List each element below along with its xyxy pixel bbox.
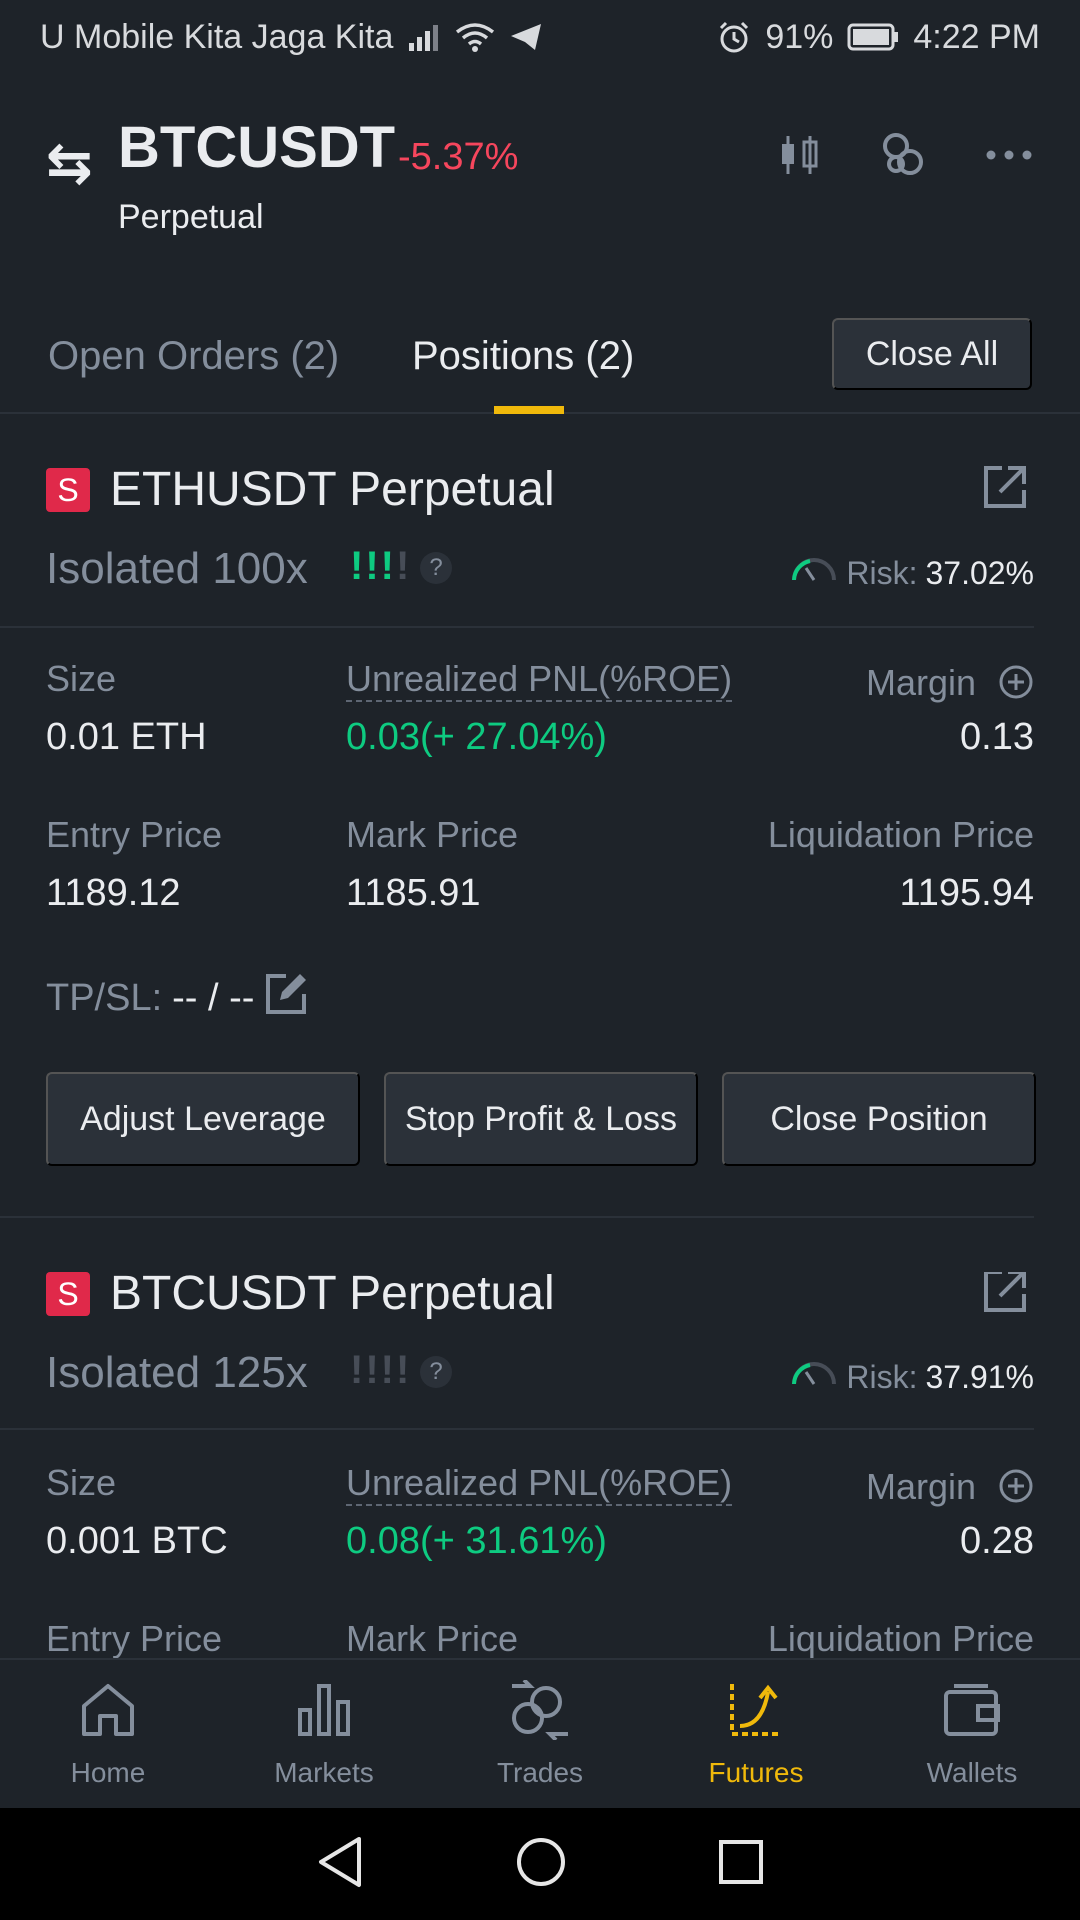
home-icon bbox=[78, 1680, 138, 1747]
tab-open-orders[interactable]: Open Orders (2) bbox=[48, 334, 339, 379]
risk-indicator: Risk: 37.02% bbox=[790, 554, 1034, 592]
pnl-value: 0.03(+ 27.04%) bbox=[346, 716, 607, 758]
tab-positions[interactable]: Positions (2) bbox=[412, 334, 634, 379]
symbol-title[interactable]: BTCUSDT bbox=[118, 114, 395, 181]
tpsl-label: TP/SL: bbox=[46, 976, 163, 1019]
swap-icon[interactable]: ⇆ bbox=[46, 130, 93, 196]
candlestick-chart-icon[interactable] bbox=[776, 132, 822, 183]
risk-label: Risk: bbox=[846, 554, 918, 591]
more-icon[interactable] bbox=[984, 148, 1034, 167]
status-bar: U Mobile Kita Jaga Kita 91% 4:22 PM bbox=[0, 0, 1080, 74]
close-position-button[interactable]: Close Position bbox=[722, 1072, 1036, 1166]
add-margin-icon[interactable] bbox=[998, 664, 1034, 705]
link-rings-icon[interactable] bbox=[878, 130, 928, 185]
position-card: S BTCUSDT Perpetual Isolated 125x !!!! ?… bbox=[0, 1272, 1080, 1658]
risk-value: 37.02% bbox=[925, 554, 1034, 591]
margin-mode: Isolated 100x bbox=[46, 544, 308, 593]
back-icon[interactable] bbox=[315, 1835, 365, 1894]
signal-icon bbox=[407, 23, 441, 51]
orders-tabs: Open Orders (2) Positions (2) Close All bbox=[0, 316, 1080, 414]
adjust-leverage-button[interactable]: Adjust Leverage bbox=[46, 1072, 360, 1166]
futures-icon bbox=[726, 1680, 786, 1747]
size-value: 0.01 ETH bbox=[46, 716, 207, 758]
position-pair[interactable]: ETHUSDT Perpetual bbox=[110, 462, 555, 517]
liquidation-price-label: Liquidation Price bbox=[767, 1618, 1034, 1658]
tpsl-value: -- / -- bbox=[172, 976, 255, 1019]
position-pair[interactable]: BTCUSDT Perpetual bbox=[110, 1272, 555, 1321]
risk-indicator: Risk: 37.91% bbox=[790, 1358, 1034, 1396]
margin-value: 0.28 bbox=[960, 1520, 1034, 1562]
help-icon[interactable]: ? bbox=[420, 1356, 452, 1388]
recents-icon[interactable] bbox=[717, 1838, 765, 1891]
share-icon[interactable] bbox=[982, 1272, 1028, 1319]
wallet-icon bbox=[942, 1680, 1002, 1747]
pnl-label[interactable]: Unrealized PNL(%ROE) bbox=[346, 1462, 733, 1506]
nav-futures-label: Futures bbox=[708, 1756, 804, 1788]
contract-type: Perpetual bbox=[118, 198, 264, 236]
margin-label: Margin bbox=[865, 662, 976, 703]
nav-markets-label: Markets bbox=[274, 1756, 374, 1788]
carrier-label: U Mobile Kita Jaga Kita bbox=[40, 17, 394, 56]
margin-label: Margin bbox=[865, 1466, 976, 1507]
risk-label: Risk: bbox=[846, 1358, 918, 1395]
nav-home[interactable]: Home bbox=[0, 1660, 216, 1808]
bottom-nav: Home Markets Trades Futures Wallets bbox=[0, 1658, 1080, 1808]
size-label: Size bbox=[46, 658, 117, 699]
home-circle-icon[interactable] bbox=[515, 1836, 567, 1893]
pnl-label[interactable]: Unrealized PNL(%ROE) bbox=[346, 658, 733, 702]
nav-home-label: Home bbox=[70, 1756, 146, 1788]
risk-gauge-icon bbox=[790, 554, 838, 592]
position-card: S ETHUSDT Perpetual Isolated 100x !!!! ?… bbox=[0, 463, 1080, 1218]
short-badge: S bbox=[46, 1272, 90, 1316]
pnl-value: 0.08(+ 31.61%) bbox=[346, 1520, 607, 1562]
liquidation-price-label: Liquidation Price bbox=[767, 814, 1034, 855]
bar-chart-icon bbox=[294, 1680, 354, 1747]
telegram-icon bbox=[509, 22, 543, 52]
mark-price-label: Mark Price bbox=[346, 1618, 519, 1658]
entry-price-label: Entry Price bbox=[46, 814, 223, 855]
mark-price-label: Mark Price bbox=[346, 814, 519, 855]
nav-wallets[interactable]: Wallets bbox=[864, 1660, 1080, 1808]
battery-icon bbox=[847, 23, 899, 51]
active-tab-indicator bbox=[494, 406, 564, 414]
nav-markets[interactable]: Markets bbox=[216, 1660, 432, 1808]
short-badge: S bbox=[46, 468, 90, 512]
nav-trades[interactable]: Trades bbox=[432, 1660, 648, 1808]
adl-indicator: !!!! bbox=[350, 1348, 412, 1392]
liquidation-price-value: 1195.94 bbox=[899, 872, 1034, 914]
nav-trades-label: Trades bbox=[496, 1756, 584, 1788]
alarm-icon bbox=[717, 20, 751, 54]
margin-mode: Isolated 125x bbox=[46, 1348, 308, 1397]
nav-wallets-label: Wallets bbox=[926, 1756, 1018, 1788]
close-all-button[interactable]: Close All bbox=[832, 318, 1032, 390]
edit-icon[interactable] bbox=[264, 970, 310, 1026]
risk-gauge-icon bbox=[790, 1358, 838, 1396]
risk-value: 37.91% bbox=[925, 1358, 1034, 1395]
entry-price-value: 1189.12 bbox=[46, 872, 181, 914]
price-change: -5.37% bbox=[398, 136, 519, 178]
tpsl-row: TP/SL: -- / -- bbox=[46, 970, 310, 1026]
market-header: ⇆ BTCUSDT -5.37% Perpetual bbox=[0, 110, 1080, 260]
entry-price-label: Entry Price bbox=[46, 1618, 223, 1658]
divider bbox=[0, 626, 1034, 628]
system-nav-bar bbox=[0, 1808, 1080, 1920]
trades-icon bbox=[508, 1678, 572, 1747]
card-divider bbox=[0, 1216, 1034, 1218]
wifi-icon bbox=[455, 22, 495, 52]
divider bbox=[0, 1428, 1034, 1430]
nav-futures[interactable]: Futures bbox=[648, 1660, 864, 1808]
margin-value: 0.13 bbox=[960, 716, 1034, 758]
mark-price-value: 1185.91 bbox=[346, 872, 481, 914]
size-value: 0.001 BTC bbox=[46, 1520, 228, 1562]
size-label: Size bbox=[46, 1462, 117, 1503]
add-margin-icon[interactable] bbox=[998, 1468, 1034, 1509]
adl-indicator: !!!! bbox=[350, 544, 412, 588]
help-icon[interactable]: ? bbox=[420, 552, 452, 584]
share-icon[interactable] bbox=[982, 464, 1028, 515]
stop-profit-loss-button[interactable]: Stop Profit & Loss bbox=[384, 1072, 698, 1166]
clock: 4:22 PM bbox=[913, 17, 1040, 56]
battery-percent: 91% bbox=[765, 17, 834, 56]
